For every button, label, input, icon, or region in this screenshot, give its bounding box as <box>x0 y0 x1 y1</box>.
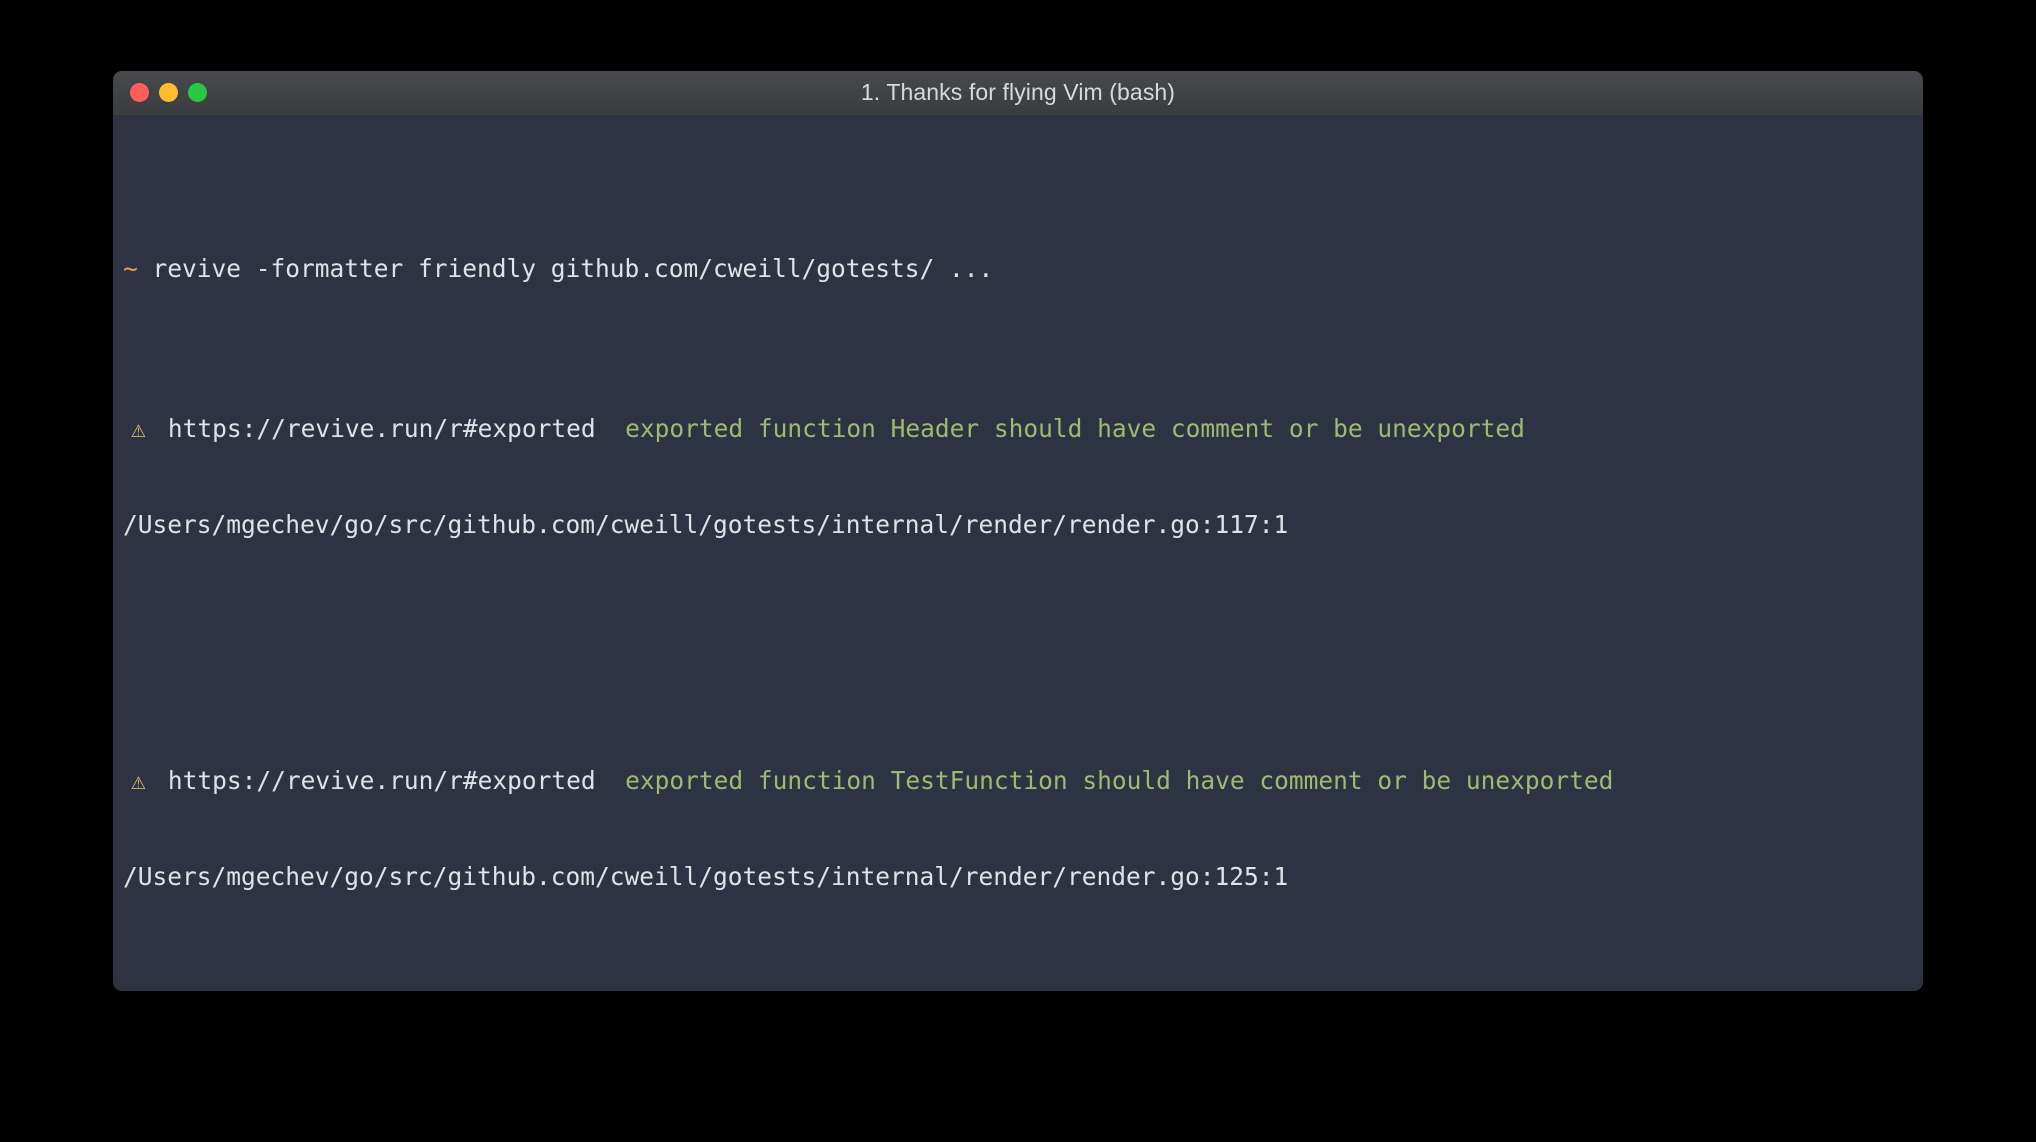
minimize-button[interactable] <box>159 83 178 102</box>
command-text: revive -formatter friendly github.com/cw… <box>152 254 994 283</box>
warning-triangle-icon: ⚠ <box>131 766 146 795</box>
rule-url[interactable]: https://revive.run/r#exported <box>168 766 596 795</box>
window-title: 1. Thanks for flying Vim (bash) <box>860 79 1176 105</box>
problem-location: /Users/mgechev/go/src/github.com/cweill/… <box>123 862 1289 891</box>
screen: 1. Thanks for flying Vim (bash) ~ revive… <box>0 0 2036 1142</box>
problem-message: exported function Header should have com… <box>625 414 1525 443</box>
problem-message: exported function TestFunction should ha… <box>625 766 1614 795</box>
problem-location: /Users/mgechev/go/src/github.com/cweill/… <box>123 510 1289 539</box>
window-titlebar[interactable]: 1. Thanks for flying Vim (bash) <box>113 71 1923 115</box>
problem-header: ⚠ https://revive.run/r#exported exported … <box>113 765 1923 797</box>
terminal-output[interactable]: ~ revive -formatter friendly github.com/… <box>113 115 1923 991</box>
maximize-button[interactable] <box>188 83 207 102</box>
problem-header: ⚠ https://revive.run/r#exported exported … <box>113 413 1923 445</box>
prompt-symbol: ~ <box>123 254 138 283</box>
traffic-light-group <box>130 71 207 114</box>
terminal-window: 1. Thanks for flying Vim (bash) ~ revive… <box>113 71 1923 991</box>
close-button[interactable] <box>130 83 149 102</box>
rule-url[interactable]: https://revive.run/r#exported <box>168 414 596 443</box>
command-line: ~ revive -formatter friendly github.com/… <box>113 253 1923 285</box>
warning-triangle-icon: ⚠ <box>131 414 146 443</box>
